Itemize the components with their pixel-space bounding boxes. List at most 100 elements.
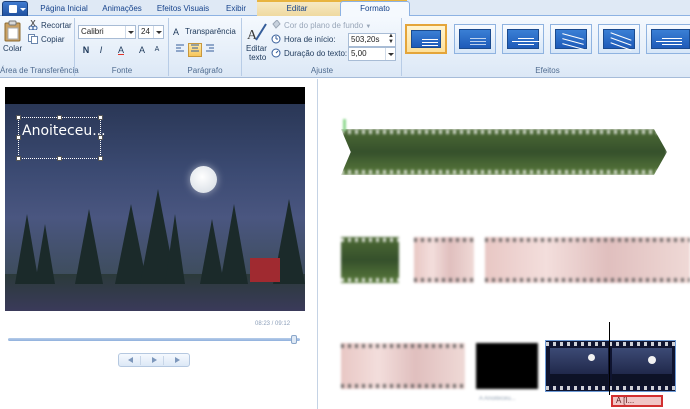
paste-label: Colar	[3, 44, 23, 53]
effect-none[interactable]	[405, 24, 447, 54]
seek-bar[interactable]	[8, 338, 300, 341]
storyboard-pane: A Anoiteceu... A [I...	[319, 79, 690, 409]
effect-stretch[interactable]	[502, 24, 544, 54]
edit-text-label-1: Editar	[246, 44, 267, 53]
ribbon-tab-bar: Página Inicial Animações Efeitos Visuais…	[0, 0, 690, 17]
transparency-button[interactable]: Transparência	[185, 27, 236, 36]
align-center-button[interactable]	[188, 43, 202, 57]
font-size-value: 24	[141, 27, 150, 36]
red-house	[250, 258, 280, 282]
font-color-button[interactable]: A	[111, 43, 131, 57]
video-clip[interactable]	[341, 129, 667, 175]
effect-preview-icon	[459, 29, 491, 49]
film-sprocket	[414, 278, 474, 282]
film-sprocket	[341, 278, 399, 282]
video-clip[interactable]	[414, 237, 474, 283]
play-button[interactable]	[144, 356, 164, 365]
effect-more[interactable]	[646, 24, 690, 54]
film-sprocket	[341, 384, 465, 388]
resize-handle[interactable]	[98, 115, 103, 120]
next-icon	[175, 357, 180, 363]
resize-handle[interactable]	[16, 115, 21, 120]
align-left-icon	[176, 44, 184, 52]
clip-thumbnail	[612, 348, 672, 386]
previous-icon	[128, 357, 133, 363]
previous-frame-button[interactable]	[121, 356, 141, 365]
tab-format[interactable]: Formato	[340, 1, 410, 17]
text-duration-label: Duração do texto:	[284, 49, 348, 58]
tree	[35, 224, 55, 284]
resize-handle[interactable]	[57, 156, 62, 161]
selected-video-clip[interactable]	[545, 340, 676, 392]
film-sprocket	[546, 342, 675, 346]
video-clip[interactable]	[341, 237, 399, 283]
tab-edit[interactable]: Editar	[262, 2, 332, 16]
ribbon-separator	[74, 18, 75, 76]
background-color-label: Cor do plano de fundo	[284, 21, 364, 30]
tab-view[interactable]: Exibir	[218, 2, 254, 16]
ribbon: Colar Recortar Copiar Área de Transferên…	[0, 16, 690, 78]
copy-icon	[28, 34, 38, 44]
shrink-font-button[interactable]: A	[150, 43, 164, 57]
start-time-label: Hora de início:	[284, 35, 336, 44]
clip-caption-label: A Anoiteceu...	[479, 396, 516, 402]
chevron-down-icon	[385, 48, 395, 60]
spinner-icon: ▲ ▼	[388, 33, 394, 45]
grow-font-button[interactable]: A	[135, 43, 149, 57]
background-color-button[interactable]: Cor do plano de fundo ▼	[284, 21, 371, 30]
film-sprocket	[341, 170, 667, 174]
effects-group-label: Efeitos	[535, 66, 560, 75]
effect-fly-in[interactable]	[550, 24, 592, 54]
caption-text[interactable]: Anoiteceu...	[22, 123, 106, 139]
start-time-input[interactable]: 503,20s ▲ ▼	[348, 33, 396, 47]
film-sprocket	[341, 344, 465, 348]
resize-handle[interactable]	[16, 135, 21, 140]
tab-animations[interactable]: Animações	[96, 2, 148, 16]
resize-handle[interactable]	[98, 156, 103, 161]
effect-scroll[interactable]	[598, 24, 640, 54]
video-preview[interactable]: Anoiteceu...	[5, 87, 305, 311]
effect-fade[interactable]	[454, 24, 496, 54]
film-sprocket	[546, 386, 675, 390]
effect-preview-icon	[507, 29, 540, 49]
play-icon	[152, 357, 157, 363]
next-frame-button[interactable]	[167, 356, 187, 365]
video-clip[interactable]	[485, 237, 690, 283]
align-left-button[interactable]	[173, 43, 187, 57]
effect-preview-icon	[411, 30, 441, 48]
adjust-group-label: Ajuste	[310, 66, 334, 75]
resize-handle[interactable]	[98, 135, 103, 140]
document-icon	[9, 5, 17, 13]
bold-button[interactable]: N	[79, 43, 93, 57]
playhead[interactable]	[609, 322, 610, 395]
film-sprocket	[485, 238, 690, 242]
font-family-select[interactable]: Calibri	[78, 25, 136, 39]
start-time-value: 503,20s	[351, 35, 380, 44]
paste-button[interactable]	[4, 20, 22, 42]
copy-button[interactable]: Copiar	[41, 35, 65, 44]
align-right-icon	[206, 44, 214, 52]
clipboard-group-label: Área de Transferência	[0, 66, 79, 75]
cut-button[interactable]: Recortar	[41, 21, 72, 30]
video-clip[interactable]	[341, 343, 465, 389]
black-title-clip[interactable]	[476, 343, 538, 389]
clip-marker	[343, 119, 346, 131]
ribbon-separator	[241, 18, 242, 76]
clock-icon	[271, 34, 281, 44]
tab-visual-effects[interactable]: Efeitos Visuais	[152, 2, 214, 16]
italic-button[interactable]: I	[94, 43, 108, 57]
tree	[75, 209, 103, 284]
edit-text-button[interactable]: A	[246, 21, 268, 43]
caption-timeline-tag[interactable]: A [I...	[611, 395, 663, 407]
resize-handle[interactable]	[57, 115, 62, 120]
text-duration-select[interactable]: 5,00	[348, 47, 396, 61]
ribbon-separator	[168, 18, 169, 76]
pen-icon: A	[247, 23, 267, 43]
font-size-select[interactable]: 24	[138, 25, 164, 39]
align-right-button[interactable]	[203, 43, 217, 57]
seek-handle[interactable]	[291, 335, 297, 344]
resize-handle[interactable]	[16, 156, 21, 161]
align-center-icon	[191, 44, 199, 52]
application-menu-button[interactable]	[2, 1, 28, 16]
tab-home[interactable]: Página Inicial	[36, 2, 92, 16]
